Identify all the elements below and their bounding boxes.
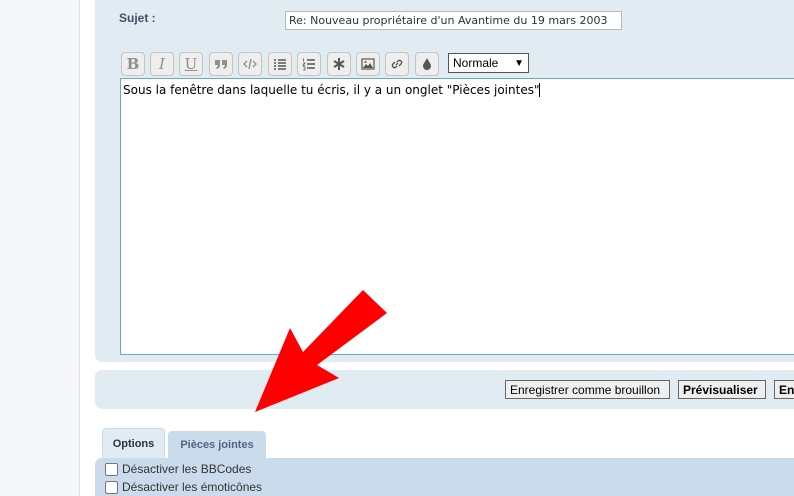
options-panel: Désactiver les BBCodes Désactiver les ém… <box>95 458 794 496</box>
chevron-down-icon: ▼ <box>514 57 524 69</box>
list-item-button[interactable] <box>327 52 351 76</box>
font-size-select[interactable]: Normale ▼ <box>448 53 529 73</box>
disable-bbcode-option[interactable]: Désactiver les BBCodes <box>105 462 251 476</box>
subject-input[interactable]: Re: Nouveau propriétaire d'un Avantime d… <box>285 11 622 30</box>
submit-actions-bar: Enregistrer comme brouillon Prévisualise… <box>95 370 794 409</box>
disable-smilies-checkbox[interactable] <box>105 480 118 494</box>
italic-icon: I <box>159 54 165 73</box>
disable-smilies-option[interactable]: Désactiver les émoticônes <box>105 480 262 494</box>
droplet-icon <box>423 58 431 70</box>
numbered-list-button[interactable] <box>297 52 321 76</box>
image-button[interactable] <box>356 52 380 76</box>
asterisk-icon <box>333 58 345 70</box>
submit-button[interactable]: En <box>774 380 794 399</box>
color-button[interactable] <box>415 52 439 76</box>
tab-options[interactable]: Options <box>102 428 165 458</box>
disable-bbcode-label: Désactiver les BBCodes <box>122 462 252 476</box>
subject-label: Sujet : <box>119 11 156 25</box>
bold-button[interactable]: B <box>121 52 145 76</box>
left-gutter <box>0 0 80 496</box>
message-textarea[interactable]: Sous la fenêtre dans laquelle tu écris, … <box>120 78 794 355</box>
tab-attachments[interactable]: Pièces jointes <box>168 431 266 458</box>
posting-page: Sujet : Re: Nouveau propriétaire d'un Av… <box>80 0 794 496</box>
link-icon <box>391 59 403 69</box>
text-caret <box>539 83 541 97</box>
link-button[interactable] <box>385 52 409 76</box>
list-button[interactable] <box>268 52 292 76</box>
disable-bbcode-checkbox[interactable] <box>105 462 118 476</box>
quote-button[interactable] <box>209 52 233 76</box>
font-size-value: Normale <box>453 56 499 70</box>
code-button[interactable] <box>238 52 262 76</box>
italic-button[interactable]: I <box>150 52 174 76</box>
image-icon <box>361 58 375 70</box>
bullet-list-icon <box>274 59 286 70</box>
bold-icon: B <box>126 54 140 73</box>
preview-button[interactable]: Prévisualiser <box>678 380 766 399</box>
underline-button[interactable]: U <box>179 52 203 76</box>
underline-icon: U <box>184 54 198 73</box>
save-draft-button[interactable]: Enregistrer comme brouillon <box>505 380 670 399</box>
annotation-arrow-icon <box>255 290 387 412</box>
quote-icon <box>215 60 227 69</box>
code-icon <box>243 58 257 70</box>
post-editor-panel: Sujet : Re: Nouveau propriétaire d'un Av… <box>95 0 794 362</box>
disable-smilies-label: Désactiver les émoticônes <box>122 480 263 494</box>
message-text: Sous la fenêtre dans laquelle tu écris, … <box>123 83 540 97</box>
numbered-list-icon <box>302 58 315 71</box>
